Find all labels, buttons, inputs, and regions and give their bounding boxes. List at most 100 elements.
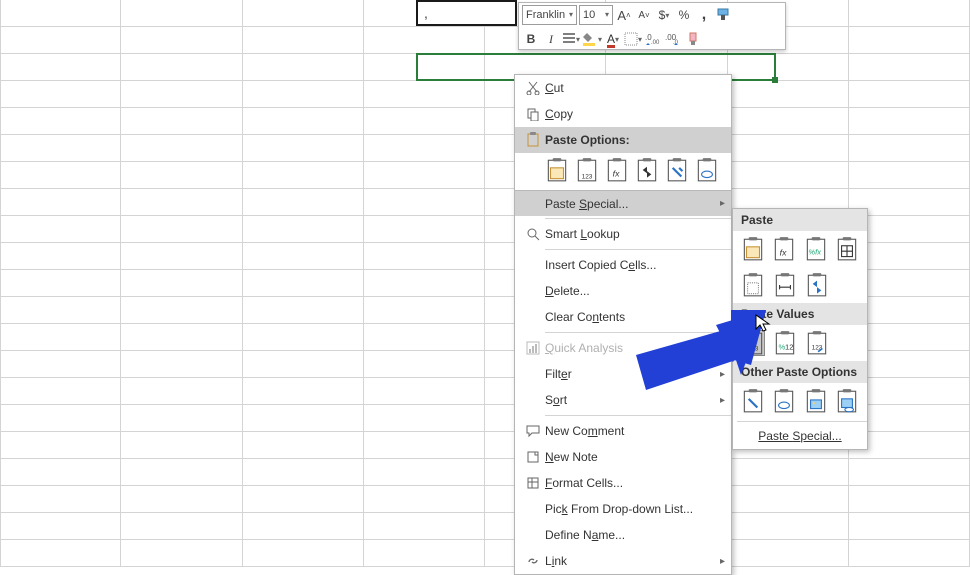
cell[interactable] xyxy=(728,459,849,486)
increase-decimal-icon[interactable]: .0.00 xyxy=(644,29,662,49)
cell[interactable] xyxy=(364,189,485,216)
cell[interactable] xyxy=(0,54,121,81)
menu-delete[interactable]: Delete... xyxy=(515,278,731,304)
borders-icon[interactable]: ▾ xyxy=(624,29,642,49)
cell[interactable] xyxy=(0,405,121,432)
cell[interactable] xyxy=(728,162,849,189)
cell[interactable] xyxy=(364,270,485,297)
cell[interactable] xyxy=(121,324,242,351)
paste-values-icon[interactable]: 123 xyxy=(575,156,599,184)
cell[interactable] xyxy=(364,243,485,270)
cell[interactable] xyxy=(0,27,121,54)
edited-cell[interactable]: , xyxy=(416,0,517,26)
menu-format-cells[interactable]: Format Cells... xyxy=(515,470,731,496)
cell[interactable] xyxy=(849,108,970,135)
cell[interactable] xyxy=(364,378,485,405)
cell[interactable] xyxy=(0,486,121,513)
cell[interactable] xyxy=(849,0,970,27)
cell[interactable] xyxy=(121,540,242,567)
format-painter-icon[interactable] xyxy=(715,5,733,25)
sub-transpose-icon[interactable] xyxy=(805,272,829,298)
menu-copy[interactable]: Copy xyxy=(515,101,731,127)
bold-icon[interactable]: B xyxy=(522,29,540,49)
italic-icon[interactable]: I xyxy=(542,29,560,49)
cell[interactable] xyxy=(849,81,970,108)
cell[interactable] xyxy=(243,243,364,270)
menu-sort[interactable]: Sort ▸ xyxy=(515,387,731,413)
comma-format-icon[interactable]: , xyxy=(695,5,713,25)
cell[interactable] xyxy=(849,54,970,81)
sub-paste-formulas-icon[interactable]: fx xyxy=(773,236,797,262)
cell[interactable] xyxy=(364,540,485,567)
cell[interactable] xyxy=(728,81,849,108)
increase-font-icon[interactable]: A˄ xyxy=(615,5,633,25)
font-name-combo[interactable]: Franklin▾ xyxy=(522,5,577,25)
cell[interactable] xyxy=(121,135,242,162)
cell[interactable] xyxy=(243,405,364,432)
cell[interactable] xyxy=(121,297,242,324)
cell[interactable] xyxy=(728,486,849,513)
menu-pick-from-list[interactable]: Pick From Drop-down List... xyxy=(515,496,731,522)
menu-paste-special[interactable]: Paste Special... ▸ xyxy=(515,190,731,216)
cell[interactable] xyxy=(121,54,242,81)
cell[interactable] xyxy=(0,216,121,243)
paste-transpose-icon[interactable] xyxy=(635,156,659,184)
cell[interactable] xyxy=(243,324,364,351)
cell[interactable] xyxy=(243,189,364,216)
sub-values-numfmt-icon[interactable]: %12 xyxy=(773,330,797,356)
paste-formatting-icon[interactable] xyxy=(665,156,689,184)
cell[interactable] xyxy=(121,243,242,270)
cell[interactable] xyxy=(121,459,242,486)
accounting-format-icon[interactable]: $▾ xyxy=(655,5,673,25)
sub-paste-all-icon[interactable] xyxy=(741,236,765,262)
cell[interactable] xyxy=(364,216,485,243)
menu-cut[interactable]: Cut xyxy=(515,75,731,101)
decrease-decimal-icon[interactable]: .00.0 xyxy=(664,29,682,49)
font-color-icon[interactable]: A▾ xyxy=(604,29,622,49)
cell[interactable] xyxy=(243,432,364,459)
cell[interactable] xyxy=(364,351,485,378)
menu-define-name[interactable]: Define Name... xyxy=(515,522,731,548)
cell[interactable] xyxy=(364,135,485,162)
cell[interactable] xyxy=(121,0,242,27)
sub-keep-colwidth-icon[interactable] xyxy=(773,272,797,298)
cell[interactable] xyxy=(364,108,485,135)
sub-paste-link-icon[interactable] xyxy=(773,388,797,414)
cell[interactable] xyxy=(728,108,849,135)
cell[interactable] xyxy=(121,351,242,378)
cell[interactable] xyxy=(364,405,485,432)
cell[interactable] xyxy=(243,81,364,108)
cell[interactable] xyxy=(0,189,121,216)
cell[interactable] xyxy=(364,513,485,540)
cell[interactable] xyxy=(243,0,364,27)
sub-linked-picture-icon[interactable] xyxy=(836,388,860,414)
cell[interactable] xyxy=(121,270,242,297)
cell[interactable] xyxy=(0,135,121,162)
menu-new-note[interactable]: New Note xyxy=(515,444,731,470)
cell[interactable] xyxy=(243,162,364,189)
paste-all-icon[interactable] xyxy=(545,156,569,184)
cell[interactable] xyxy=(121,108,242,135)
decrease-font-icon[interactable]: A˅ xyxy=(635,5,653,25)
cell[interactable] xyxy=(243,378,364,405)
align-icon[interactable]: ▾ xyxy=(562,29,580,49)
cell[interactable] xyxy=(121,486,242,513)
cell[interactable] xyxy=(849,27,970,54)
cell[interactable] xyxy=(0,351,121,378)
cell[interactable] xyxy=(121,81,242,108)
cell[interactable] xyxy=(243,540,364,567)
cell[interactable] xyxy=(243,216,364,243)
cell[interactable] xyxy=(849,513,970,540)
cell[interactable] xyxy=(849,135,970,162)
cell[interactable] xyxy=(121,432,242,459)
cell[interactable] xyxy=(364,27,485,54)
submenu-paste-special[interactable]: Paste Special... xyxy=(733,424,867,449)
cell[interactable] xyxy=(0,324,121,351)
cell[interactable] xyxy=(0,378,121,405)
cell[interactable] xyxy=(243,135,364,162)
cell[interactable] xyxy=(364,81,485,108)
fill-color-icon[interactable]: ▾ xyxy=(582,29,602,49)
cell[interactable] xyxy=(728,513,849,540)
cell[interactable] xyxy=(243,27,364,54)
sub-formatting-icon[interactable] xyxy=(741,388,765,414)
